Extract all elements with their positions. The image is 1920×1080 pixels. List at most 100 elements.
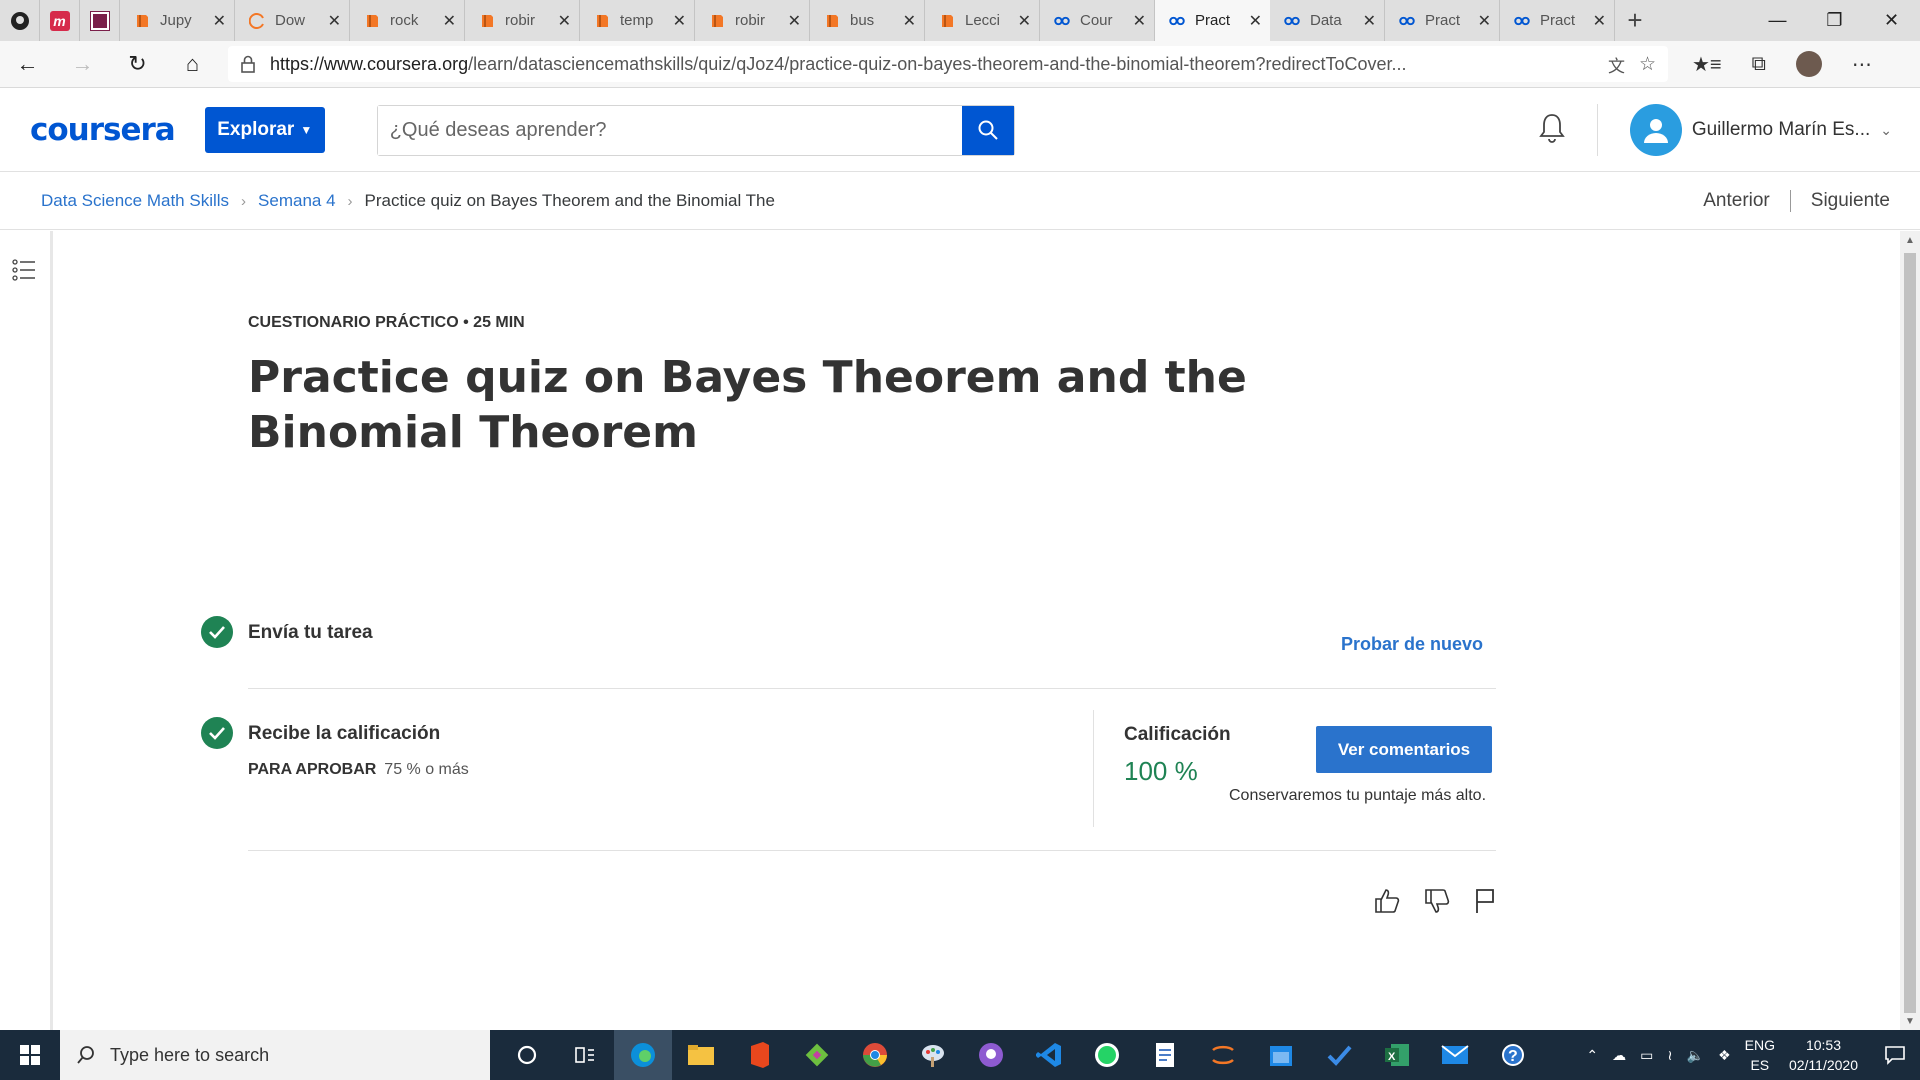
close-tab-icon[interactable]: ✕ [1363, 11, 1376, 31]
left-rail [0, 231, 53, 1030]
volume-icon[interactable]: 🔈 [1687, 1047, 1704, 1064]
notifications-center-button[interactable] [1870, 1045, 1920, 1065]
menu-list-icon[interactable] [12, 259, 36, 281]
next-link[interactable]: Siguiente [1811, 190, 1890, 212]
close-tab-icon[interactable]: ✕ [443, 11, 456, 31]
favorites-list-icon[interactable]: ★≡ [1692, 52, 1722, 77]
browser-tab[interactable]: Dow ✕ [235, 0, 350, 41]
github-desktop-icon[interactable] [962, 1030, 1020, 1080]
tab-title: robir [735, 12, 766, 29]
new-tab-button[interactable]: + [1615, 0, 1655, 41]
battery-icon[interactable]: ▭ [1640, 1047, 1653, 1064]
anaconda-icon [249, 12, 265, 29]
close-tab-icon[interactable]: ✕ [328, 11, 341, 31]
close-tab-icon[interactable]: ✕ [1018, 11, 1031, 31]
taskbar-search[interactable]: Type here to search [60, 1030, 490, 1080]
paint-app-icon[interactable] [904, 1030, 962, 1080]
pinned-tab-app[interactable] [80, 0, 120, 41]
excel-icon[interactable]: X [1368, 1030, 1426, 1080]
tab-title: Pract [1425, 12, 1461, 29]
task-view-icon[interactable] [556, 1030, 614, 1080]
translate-icon[interactable]: 文 [1608, 52, 1625, 77]
jupyter-taskbar-icon[interactable] [1194, 1030, 1252, 1080]
url-bar[interactable]: https://www.coursera.org/learn/datascien… [228, 46, 1668, 82]
dropbox-icon[interactable]: ❖ [1718, 1047, 1731, 1064]
refresh-button[interactable]: ↻ [110, 51, 165, 77]
more-menu-icon[interactable]: ⋯ [1852, 52, 1872, 77]
whatsapp-icon[interactable] [1078, 1030, 1136, 1080]
retry-link[interactable]: Probar de nuevo [1341, 634, 1483, 655]
browser-tab[interactable]: Cour ✕ [1040, 0, 1155, 41]
close-tab-icon[interactable]: ✕ [788, 11, 801, 31]
language-indicator[interactable]: ENG ES [1745, 1035, 1775, 1075]
pinned-tab-github[interactable] [0, 0, 40, 41]
browser-tab[interactable]: temp ✕ [580, 0, 695, 41]
thumbs-down-icon[interactable] [1423, 887, 1451, 915]
view-feedback-button[interactable]: Ver comentarios [1316, 726, 1492, 773]
close-window-button[interactable]: ✕ [1863, 0, 1920, 41]
keep-highest-note: Conservaremos tu puntaje más alto. [1229, 787, 1487, 804]
close-tab-icon[interactable]: ✕ [1593, 11, 1606, 31]
close-tab-icon[interactable]: ✕ [213, 11, 226, 31]
user-menu[interactable]: Guillermo Marín Es... ⌄ [1629, 104, 1892, 156]
onedrive-icon[interactable]: ☁ [1612, 1047, 1626, 1064]
close-tab-icon[interactable]: ✕ [1478, 11, 1491, 31]
previous-link[interactable]: Anterior [1703, 190, 1770, 212]
browser-tab[interactable]: rock ✕ [350, 0, 465, 41]
close-tab-icon[interactable]: ✕ [558, 11, 571, 31]
minimize-button[interactable]: — [1749, 0, 1806, 41]
restore-button[interactable]: ❐ [1806, 0, 1863, 41]
help-icon[interactable]: ? [1484, 1030, 1542, 1080]
step2-label: Recibe la calificación [248, 723, 441, 744]
home-button[interactable]: ⌂ [165, 51, 220, 77]
start-button[interactable] [0, 1045, 60, 1065]
todo-icon[interactable] [1310, 1030, 1368, 1080]
file-explorer-icon[interactable] [672, 1030, 730, 1080]
browser-tab[interactable]: robir ✕ [695, 0, 810, 41]
search-input[interactable] [377, 105, 962, 155]
edge-browser-icon[interactable] [614, 1030, 672, 1080]
collections-icon[interactable]: ⧉ [1752, 53, 1766, 76]
breadcrumb-course[interactable]: Data Science Math Skills [41, 191, 229, 211]
browser-tab[interactable]: Data ✕ [1270, 0, 1385, 41]
cortana-icon[interactable] [498, 1030, 556, 1080]
close-tab-icon[interactable]: ✕ [1249, 11, 1262, 31]
pinned-tab-m[interactable]: m [40, 0, 80, 41]
office-icon[interactable] [730, 1030, 788, 1080]
browser-tab[interactable]: Pract ✕ [1500, 0, 1615, 41]
calendar-icon[interactable] [1252, 1030, 1310, 1080]
chrome-icon[interactable] [846, 1030, 904, 1080]
thumbs-up-icon[interactable] [1373, 887, 1401, 915]
coursera-logo[interactable]: coursera [30, 112, 176, 148]
browser-tab[interactable]: robir ✕ [465, 0, 580, 41]
scrollbar-thumb[interactable] [1904, 253, 1916, 1013]
browser-tab[interactable]: Pract ✕ [1155, 0, 1270, 41]
wifi-icon[interactable]: ≀ [1667, 1047, 1672, 1064]
close-tab-icon[interactable]: ✕ [673, 11, 686, 31]
system-tray: ⌃ ☁ ▭ ≀ 🔈 ❖ ENG ES 10:53 02/11/2020 [1586, 1035, 1870, 1075]
browser-tab[interactable]: Jupy ✕ [120, 0, 235, 41]
close-tab-icon[interactable]: ✕ [903, 11, 916, 31]
favorite-star-icon[interactable]: ☆ [1639, 53, 1656, 76]
notifications-button[interactable] [1537, 112, 1567, 149]
vscode-icon[interactable] [1020, 1030, 1078, 1080]
forward-button[interactable]: → [55, 51, 110, 77]
flag-icon[interactable] [1473, 887, 1497, 915]
close-tab-icon[interactable]: ✕ [1133, 11, 1146, 31]
chevron-up-icon[interactable]: ⌃ [1586, 1047, 1598, 1064]
explore-button[interactable]: Explorar ▼ [204, 107, 325, 153]
scroll-down-icon[interactable]: ▼ [1905, 1016, 1915, 1027]
page-scrollbar[interactable]: ▲ ▼ [1900, 231, 1920, 1030]
browser-tab[interactable]: bus ✕ [810, 0, 925, 41]
scroll-up-icon[interactable]: ▲ [1905, 235, 1915, 246]
clock[interactable]: 10:53 02/11/2020 [1789, 1035, 1858, 1075]
breadcrumb-week[interactable]: Semana 4 [258, 191, 336, 211]
browser-tab[interactable]: Pract ✕ [1385, 0, 1500, 41]
mail-icon[interactable] [1426, 1030, 1484, 1080]
search-button[interactable] [961, 105, 1014, 155]
notepad-icon[interactable] [1136, 1030, 1194, 1080]
back-button[interactable]: ← [0, 51, 55, 77]
browser-tab[interactable]: Lecci ✕ [925, 0, 1040, 41]
git-icon[interactable] [788, 1030, 846, 1080]
profile-avatar[interactable] [1795, 51, 1822, 77]
